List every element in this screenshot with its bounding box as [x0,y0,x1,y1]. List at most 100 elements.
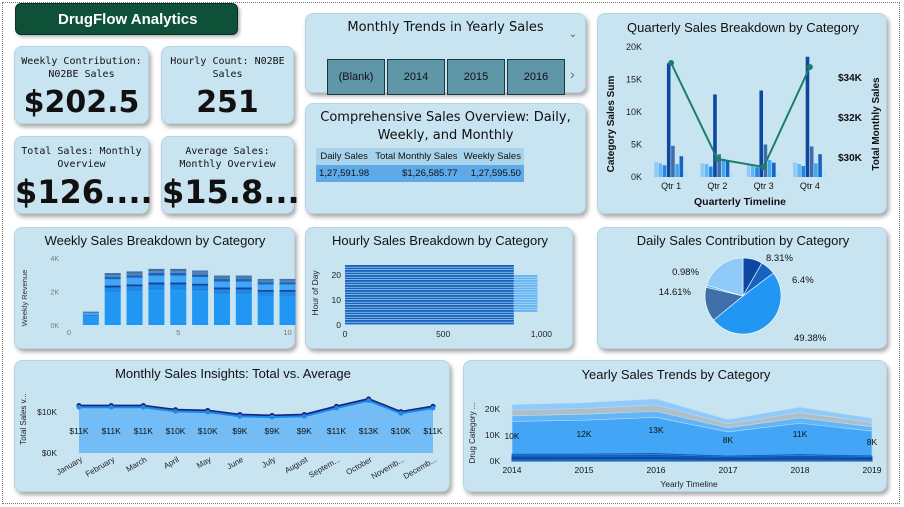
yearly-y-axis-label: Drug Category ... [468,403,477,464]
weekly-bar-segment [82,312,99,314]
monthly-x-tick: Novemb... [370,455,406,481]
yearly-y-tick: 10K [485,430,500,440]
weekly-bar-segment [148,275,165,283]
weekly-bar-segment [257,291,274,297]
quarterly-x-axis-label: Quarterly Timeline [694,196,786,208]
monthly-average-point [398,411,404,416]
hourly-bar-tail [513,305,538,307]
hourly-bar [345,277,514,280]
pie-label: 6.4% [792,275,814,286]
monthly-x-tick: Septem... [307,455,341,480]
weekly-bar-segment [279,279,296,281]
hourly-bar [345,272,514,275]
weekly-x-tick: 5 [176,328,180,337]
monthly-x-tick: Decemb... [402,455,438,481]
quarterly-x-tick: Qtr 4 [800,181,820,191]
weekly-bar-segment [126,271,143,272]
monthly-chart-card[interactable]: Monthly Sales Insights: Total vs. Averag… [14,360,450,492]
weekly-bar-segment [192,285,209,292]
weekly-y-tick: 0K [50,323,59,330]
monthly-data-label: $13K [359,426,379,436]
quarterly-bar [725,161,730,177]
hourly-chart-card[interactable]: Hourly Sales Breakdown by Category 0 10 20… [305,227,573,349]
hourly-bar [345,275,514,277]
kpi-hourly-card[interactable]: Hourly Count: N02BE Sales 251 [161,46,294,124]
quarterly-line-point [760,164,767,170]
hourly-chart-title: Hourly Sales Breakdown by Category [332,233,549,248]
quarterly-line-point [714,156,721,162]
kpi-total-card[interactable]: Total Sales: Monthly Overview $126.... [14,136,153,214]
kpi-average-label: Average Sales: Monthly Overview [179,146,276,170]
quarterly-bar [776,172,780,177]
weekly-bar-segment [104,273,121,274]
weekly-bar-segment [192,272,209,275]
kpi-average-card[interactable]: Average Sales: Monthly Overview $15.8... [161,136,300,214]
weekly-chart-card[interactable]: Weekly Sales Breakdown by Category 0K 2K 4… [14,227,296,349]
quarterly-bar [751,165,755,177]
quarterly-line-point [668,60,675,66]
hourly-bar [345,292,514,295]
weekly-bar-segment [279,296,296,325]
monthly-average-point [430,405,436,411]
weekly-bar-segment [257,282,274,285]
quarterly-x-tick: Qtr 3 [754,181,774,191]
weekly-y-tick: 4K [50,256,59,263]
hourly-bar-tail [513,295,538,297]
quarterly-bar [801,165,806,177]
hourly-x-tick: 0 [343,329,348,339]
quarterly-bar [755,167,759,177]
hourly-bar [345,317,514,320]
monthly-data-label: $11K [327,426,347,436]
slicer-item-blank[interactable]: (Blank) [327,59,385,95]
weekly-bar-segment [235,276,252,278]
yearly-x-tick: 2014 [503,465,522,475]
monthly-average-point [173,408,178,414]
app-title-banner: DrugFlow Analytics [15,3,238,35]
monthly-x-tick: January [55,455,84,477]
hourly-y-tick: 20 [332,270,342,280]
yearly-chart-title: Yearly Sales Trends by Category [582,367,771,382]
hourly-bar-tail [513,292,538,295]
daily-pie-card[interactable]: Daily Sales Contribution by Category 8.3… [597,227,887,349]
monthly-data-label: $10K [198,426,218,436]
monthly-average-point [140,404,146,410]
weekly-bar-segment [192,271,209,273]
yearly-chart-card[interactable]: Yearly Sales Trends by Category 0K 10K 20K… [463,360,887,492]
col-total-monthly-sales[interactable]: Total Monthly Sales [372,148,461,165]
monthly-x-tick: March [125,455,149,474]
weekly-x-tick: 10 [283,328,291,337]
quarterly-y-tick: 5K [631,140,642,150]
hourly-bar-tail [513,310,538,312]
hourly-bar [345,267,514,270]
weekly-bar-segment [170,282,187,285]
weekly-bar-segment [148,269,165,272]
quarterly-y2-tick: $30K [838,153,863,164]
weekly-bar-segment [126,271,143,274]
weekly-bar-segment [104,292,121,325]
weekly-bar-segment [104,287,121,293]
weekly-bar-segment [279,289,296,292]
kpi-weekly-card[interactable]: Weekly Contribution: N02BE Sales $202.5 [14,46,149,124]
yearly-x-axis-label: Yearly Timeline [660,479,718,489]
quarterly-bar [772,162,776,177]
quarterly-bar [683,170,688,177]
col-daily-sales[interactable]: Daily Sales [316,148,373,165]
slicer-collapse-icon[interactable]: ⌄ [569,29,577,40]
weekly-bar-segment [104,279,121,286]
hourly-bar-tail [513,290,538,292]
yearly-data-label: 8K [867,437,878,447]
yearly-data-label: 12K [576,429,591,439]
quarterly-bar [662,165,667,177]
weekly-bar-segment [126,291,143,325]
col-weekly-sales[interactable]: Weekly Sales [460,148,524,165]
slicer-item-2016[interactable]: 2016 [507,59,565,95]
quarterly-bar [822,171,827,177]
slicer-item-2015[interactable]: 2015 [447,59,505,95]
monthly-chart-title: Monthly Sales Insights: Total vs. Averag… [115,366,351,381]
slicer-item-2014[interactable]: 2014 [387,59,445,95]
weekly-bar-segment [104,276,121,280]
quarterly-chart-card[interactable]: Quarterly Sales Breakdown by Category 0K… [597,13,887,214]
slicer-next-icon[interactable]: › [570,66,575,82]
weekly-y-axis-label: Weekly Revenue [20,270,29,327]
quarterly-bar [759,90,764,177]
